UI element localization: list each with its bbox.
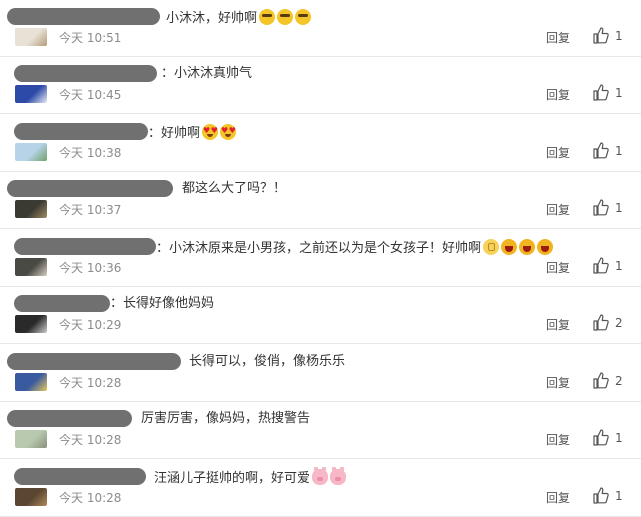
laugh-emoji-icon	[519, 239, 536, 255]
like-count: 2	[615, 374, 623, 388]
thumbs-up-icon	[593, 314, 609, 331]
pig-emoji-icon	[330, 467, 347, 485]
avatar[interactable]	[15, 430, 47, 448]
comment-item: ：小沐沐真帅气 今天 10:45 回复 1	[0, 57, 641, 114]
username-redacted-bar[interactable]	[14, 295, 110, 312]
emoji-group	[310, 467, 347, 486]
comment-item: 都这么大了吗？！ 今天 10:37 回复 1	[0, 172, 641, 229]
avatar[interactable]	[15, 373, 47, 391]
comment-text: 厉害厉害，像妈妈，热搜警告	[141, 411, 310, 427]
comment-text-content: ：小沐沐原来是小男孩，之前还以为是个女孩子！好帅啊	[156, 241, 482, 256]
thumbs-up-icon	[593, 257, 609, 274]
comment-timestamp: 今天 10:28	[59, 491, 122, 505]
pig-emoji-icon	[312, 467, 329, 485]
reply-button[interactable]: 回复	[546, 144, 570, 161]
comment-timestamp: 今天 10:45	[59, 88, 122, 102]
thumbs-up-icon	[593, 27, 609, 44]
reply-button[interactable]: 回复	[546, 259, 570, 276]
reply-button[interactable]: 回复	[546, 201, 570, 218]
thumbs-up-icon	[593, 199, 609, 216]
username-redacted-bar[interactable]	[14, 238, 156, 255]
like-count: 1	[615, 259, 623, 273]
reply-button[interactable]: 回复	[546, 489, 570, 506]
avatar[interactable]	[15, 315, 47, 333]
comment-text-content: 都这么大了吗？！	[182, 181, 287, 196]
laugh-emoji-icon	[501, 239, 518, 255]
comment-text: ：小沐沐原来是小男孩，之前还以为是个女孩子！好帅啊	[156, 239, 554, 257]
comment-timestamp: 今天 10:36	[59, 261, 122, 275]
comment-text-content: ：小沐沐真帅气	[161, 66, 253, 81]
reply-button[interactable]: 回复	[546, 29, 570, 46]
avatar[interactable]	[15, 28, 47, 46]
comment-text-content: 汪涵儿子挺帅的啊，好可爱	[154, 471, 311, 486]
comment-list: 小沐沐，好帅啊 今天 10:51 回复 1 ：小沐沐真帅气 今天 10:45 回…	[0, 0, 641, 517]
laugh-emoji-icon	[537, 239, 554, 255]
comment-timestamp: 今天 10:51	[59, 31, 122, 45]
comment-item: 小沐沐，好帅啊 今天 10:51 回复 1	[0, 0, 641, 57]
comment-text-content: 厉害厉害，像妈妈，热搜警告	[141, 411, 311, 426]
thumbs-up-icon	[593, 142, 609, 159]
avatar[interactable]	[15, 143, 47, 161]
like-count: 1	[615, 201, 623, 215]
comment-text: ：好帅啊	[148, 123, 237, 142]
reply-button[interactable]: 回复	[546, 86, 570, 103]
comment-text-content: 小沐沐，好帅啊	[166, 11, 258, 26]
like-count: 1	[615, 489, 623, 503]
emoji-group	[200, 123, 237, 141]
comment-timestamp: 今天 10:28	[59, 376, 122, 390]
hearts-emoji-icon	[202, 123, 219, 140]
reply-button[interactable]: 回复	[546, 431, 570, 448]
comment-item: 长得可以，俊俏，像杨乐乐 今天 10:28 回复 2	[0, 345, 641, 402]
cool-emoji-icon	[295, 9, 312, 25]
like-count: 1	[615, 144, 623, 158]
like-count: 1	[615, 431, 623, 445]
like-count: 1	[615, 29, 623, 43]
comment-text: 汪涵儿子挺帅的啊，好可爱	[154, 467, 347, 487]
comment-text: 都这么大了吗？！	[182, 181, 286, 197]
hearts-emoji-icon	[220, 123, 237, 140]
comment-timestamp: 今天 10:38	[59, 146, 122, 160]
username-redacted-bar[interactable]	[7, 180, 173, 197]
comment-text: ：长得好像他妈妈	[110, 296, 214, 312]
comment-item: ：好帅啊 今天 10:38 回复 1	[0, 115, 641, 172]
thumbs-up-icon	[593, 84, 609, 101]
username-redacted-bar[interactable]	[7, 8, 160, 25]
avatar[interactable]	[15, 85, 47, 103]
comment-item: 厉害厉害，像妈妈，热搜警告 今天 10:28 回复 1	[0, 402, 641, 459]
comment-timestamp: 今天 10:37	[59, 203, 122, 217]
comment-text-content: 长得可以，俊俏，像杨乐乐	[189, 354, 346, 369]
comment-text: 小沐沐，好帅啊	[166, 9, 312, 27]
emoji-group	[481, 239, 554, 256]
avatar[interactable]	[15, 258, 47, 276]
reply-button[interactable]: 回复	[546, 316, 570, 333]
username-redacted-bar[interactable]	[14, 123, 148, 140]
username-redacted-bar[interactable]	[14, 65, 157, 82]
comment-item: 汪涵儿子挺帅的啊，好可爱 今天 10:28 回复 1	[0, 460, 641, 517]
comment-text-content: ：好帅啊	[148, 126, 201, 141]
cool-emoji-icon	[259, 9, 276, 25]
comment-text-content: ：长得好像他妈妈	[110, 296, 215, 311]
avatar[interactable]	[15, 200, 47, 218]
ok-emoji-icon	[483, 239, 500, 255]
comment-text: ：小沐沐真帅气	[161, 66, 252, 82]
comment-timestamp: 今天 10:29	[59, 318, 122, 332]
thumbs-up-icon	[593, 429, 609, 446]
like-count: 1	[615, 86, 623, 100]
username-redacted-bar[interactable]	[7, 410, 132, 427]
emoji-group	[257, 9, 312, 26]
comment-item: ：长得好像他妈妈 今天 10:29 回复 2	[0, 287, 641, 344]
comment-item: ：小沐沐原来是小男孩，之前还以为是个女孩子！好帅啊 今天 10:36 回复 1	[0, 230, 641, 287]
comment-timestamp: 今天 10:28	[59, 433, 122, 447]
username-redacted-bar[interactable]	[14, 468, 146, 485]
thumbs-up-icon	[593, 372, 609, 389]
username-redacted-bar[interactable]	[7, 353, 181, 370]
avatar[interactable]	[15, 488, 47, 506]
reply-button[interactable]: 回复	[546, 374, 570, 391]
thumbs-up-icon	[593, 487, 609, 504]
comment-text: 长得可以，俊俏，像杨乐乐	[189, 354, 345, 370]
like-count: 2	[615, 316, 623, 330]
cool-emoji-icon	[277, 9, 294, 25]
